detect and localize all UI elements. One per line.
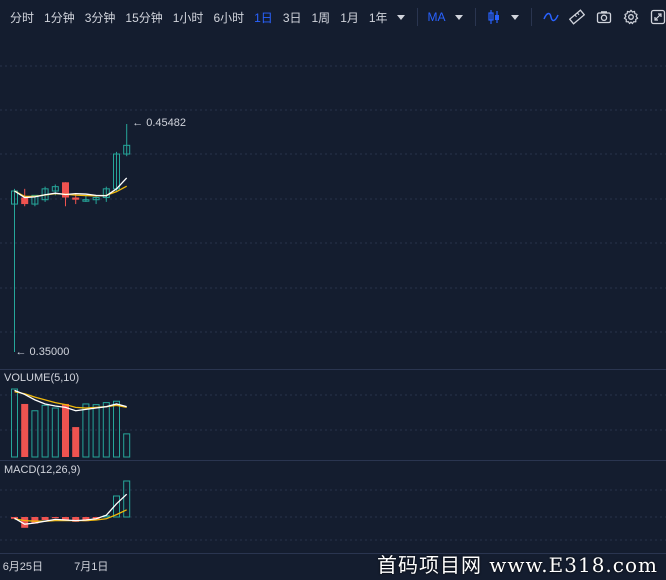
x-axis-tick-label: 6月25日 [2, 561, 44, 573]
volume-bar-up [31, 410, 39, 458]
candle-body-down [72, 197, 80, 200]
volume-pane-label: VOLUME(5,10) [4, 372, 80, 384]
x-axis-tick-label: 7月1日 [74, 561, 109, 573]
macd-dif-line [14, 493, 128, 525]
volume-bar-down [72, 427, 80, 457]
candle-body-down [21, 197, 29, 205]
candle-body-down [62, 182, 69, 198]
volume-bar-down [21, 403, 29, 457]
macd-histogram-bar-up [123, 480, 131, 518]
volume-bar-up [51, 407, 59, 458]
highest-price-label: ← 0.45482 [132, 117, 187, 129]
watermark: 首码项目网 www.E318.com [376, 553, 658, 577]
volume-pane-divider[interactable] [0, 369, 666, 370]
volume-bar-down [62, 403, 69, 457]
volume-bar-up [41, 404, 49, 458]
lowest-price-label: ← 0.35000 [15, 346, 70, 358]
macd-pane-label: MACD(12,26,9) [4, 464, 81, 476]
volume-bar-up [92, 404, 100, 458]
candlestick-chart[interactable] [0, 0, 666, 580]
volume-ma5-line [14, 389, 127, 412]
macd-pane-divider[interactable] [0, 460, 666, 461]
volume-bar-up [113, 400, 120, 458]
volume-bar-up [11, 388, 18, 458]
macd-histogram-bar-down [41, 517, 49, 520]
ma10-line [14, 185, 128, 198]
macd-histogram-bar-down [51, 517, 59, 519]
volume-bar-up [123, 433, 131, 458]
